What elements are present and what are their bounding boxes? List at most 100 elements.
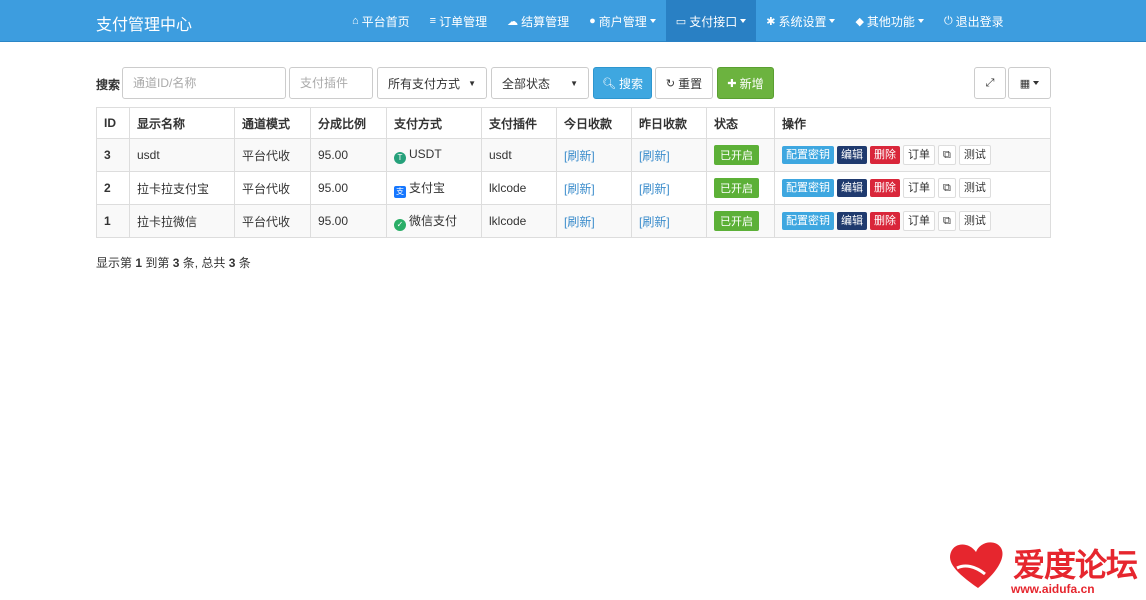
test-button[interactable]: 测试: [958, 211, 991, 231]
summary-suffix: 条: [235, 256, 251, 270]
edit-button[interactable]: 编辑: [837, 212, 867, 230]
nav-logout[interactable]: ⏻ 退出登录: [934, 0, 1014, 42]
cell-actions: 配置密钥 编辑 删除 订单 ⧉ 测试: [774, 138, 1051, 172]
delete-button[interactable]: 删除: [870, 212, 900, 230]
copy-button[interactable]: ⧉: [938, 145, 956, 165]
plugin-search-input[interactable]: [289, 67, 373, 99]
cell-mode: 平台代收: [234, 171, 311, 205]
summary-prefix: 显示第: [96, 256, 136, 270]
nav-home-label: 平台首页: [361, 14, 410, 29]
list-icon: ≡: [429, 15, 437, 27]
reset-button[interactable]: ↻ 重置: [655, 67, 713, 99]
col-today[interactable]: 今日收款: [556, 107, 632, 139]
status-select[interactable]: 全部状态 ▼: [491, 67, 589, 99]
channel-search-input[interactable]: [122, 67, 286, 99]
cell-status: 已开启: [706, 204, 775, 238]
power-icon: ⏻: [943, 14, 953, 27]
columns-toggle-button[interactable]: ▦: [1008, 67, 1051, 99]
copy-icon: ⧉: [943, 215, 951, 227]
delete-button[interactable]: 删除: [870, 179, 900, 197]
refresh-yesterday-link[interactable]: [刷新]: [639, 182, 670, 196]
cell-yesterday: [刷新]: [631, 204, 707, 238]
cell-mode: 平台代收: [234, 204, 311, 238]
nav-system-settings[interactable]: ✱ 系统设置: [756, 0, 845, 42]
col-yesterday[interactable]: 昨日收款: [631, 107, 707, 139]
caret-down-icon: [1033, 81, 1040, 85]
status-toggle[interactable]: 已开启: [714, 211, 759, 231]
search-icon: 🔍︎: [602, 77, 616, 90]
cell-actions: 配置密钥 编辑 删除 订单 ⧉ 测试: [774, 171, 1051, 205]
col-id[interactable]: ID: [96, 107, 130, 139]
cell-id: 3: [96, 138, 130, 172]
pay-type-label: 支付宝: [409, 180, 446, 195]
refresh-today-link[interactable]: [刷新]: [564, 215, 595, 229]
status-toggle[interactable]: 已开启: [714, 145, 759, 165]
cell-ratio: 95.00: [310, 204, 387, 238]
nav-other-functions-label: 其他功能: [866, 14, 915, 29]
cell-plugin: lklcode: [481, 204, 557, 238]
nav-merchants-label: 商户管理: [598, 14, 647, 29]
orders-button[interactable]: 订单: [903, 211, 935, 231]
cell-name: usdt: [129, 138, 235, 172]
summary-mid1: 到第: [142, 256, 173, 270]
col-plugin[interactable]: 支付插件: [481, 107, 557, 139]
alipay-icon: 支: [394, 185, 406, 198]
col-name[interactable]: 显示名称: [129, 107, 235, 139]
col-ratio[interactable]: 分成比例: [310, 107, 387, 139]
refresh-today-link[interactable]: [刷新]: [564, 182, 595, 196]
orders-button[interactable]: 订单: [903, 178, 935, 198]
channel-table: ID 显示名称 通道模式 分成比例 支付方式 支付插件 今日收款 昨日收款 状态…: [96, 107, 1051, 238]
cell-actions: 配置密钥 编辑 删除 订单 ⧉ 测试: [774, 204, 1051, 238]
table-row: 2 拉卡拉支付宝 平台代收 95.00 支支付宝 lklcode [刷新] [刷…: [96, 171, 1051, 205]
search-button[interactable]: 🔍︎ 搜索: [593, 67, 652, 99]
copy-button[interactable]: ⧉: [938, 211, 956, 231]
config-key-button[interactable]: 配置密钥: [782, 146, 834, 164]
config-key-button[interactable]: 配置密钥: [782, 179, 834, 197]
usdt-icon: T: [394, 151, 406, 164]
nav-settlement[interactable]: ☁ 结算管理: [497, 0, 579, 42]
cell-plugin: usdt: [481, 138, 557, 172]
test-button[interactable]: 测试: [958, 145, 991, 165]
test-button[interactable]: 测试: [958, 178, 991, 198]
pay-type-select[interactable]: 所有支付方式 ▼: [377, 67, 487, 99]
search-toolbar: 搜索 所有支付方式 ▼ 全部状态 ▼ 🔍︎ 搜索 ↻ 重置 ✚ 新增 ⤢ ▦: [96, 67, 1051, 99]
col-status[interactable]: 状态: [706, 107, 775, 139]
refresh-today-link[interactable]: [刷新]: [564, 149, 595, 163]
heart-logo-icon: [950, 542, 1003, 588]
edit-button[interactable]: 编辑: [837, 146, 867, 164]
credit-card-icon: ▭: [675, 15, 687, 28]
chevron-down-icon: ▼: [570, 78, 578, 88]
refresh-yesterday-link[interactable]: [刷新]: [639, 215, 670, 229]
watermark-logo: 爱度论坛 www.aidufa.cn: [945, 538, 1145, 598]
caret-down-icon: [917, 19, 924, 23]
caret-down-icon: [649, 19, 656, 23]
copy-icon: ⧉: [943, 182, 951, 194]
refresh-yesterday-link[interactable]: [刷新]: [639, 149, 670, 163]
cell-plugin: lklcode: [481, 171, 557, 205]
cloud-icon: ☁: [507, 15, 519, 28]
orders-button[interactable]: 订单: [903, 145, 935, 165]
nav-orders[interactable]: ≡ 订单管理: [420, 0, 497, 42]
col-pay-type[interactable]: 支付方式: [386, 107, 482, 139]
copy-button[interactable]: ⧉: [938, 178, 956, 198]
add-button[interactable]: ✚ 新增: [717, 67, 774, 99]
col-mode[interactable]: 通道模式: [234, 107, 311, 139]
watermark-text: 爱度论坛: [1013, 546, 1138, 584]
user-icon: ●: [589, 15, 596, 27]
config-key-button[interactable]: 配置密钥: [782, 212, 834, 230]
app-title[interactable]: 支付管理中心: [96, 11, 192, 35]
pay-type-select-value: 所有支付方式: [388, 76, 461, 91]
watermark-url: www.aidufa.cn: [1011, 582, 1095, 596]
nav-home[interactable]: ⌂ 平台首页: [342, 0, 420, 42]
fullscreen-button[interactable]: ⤢: [974, 67, 1006, 99]
refresh-icon: ↻: [665, 77, 676, 90]
status-toggle[interactable]: 已开启: [714, 178, 759, 198]
nav-payment-interfaces[interactable]: ▭ 支付接口: [665, 0, 757, 42]
nav-other-functions[interactable]: ◆ 其他功能: [845, 0, 933, 42]
nav-merchants[interactable]: ● 商户管理: [579, 0, 666, 42]
edit-button[interactable]: 编辑: [837, 179, 867, 197]
wechat-icon: ✓: [394, 218, 406, 231]
pagination-summary: 显示第 1 到第 3 条, 总共 3 条: [96, 254, 251, 271]
delete-button[interactable]: 删除: [870, 146, 900, 164]
cell-status: 已开启: [706, 138, 775, 172]
